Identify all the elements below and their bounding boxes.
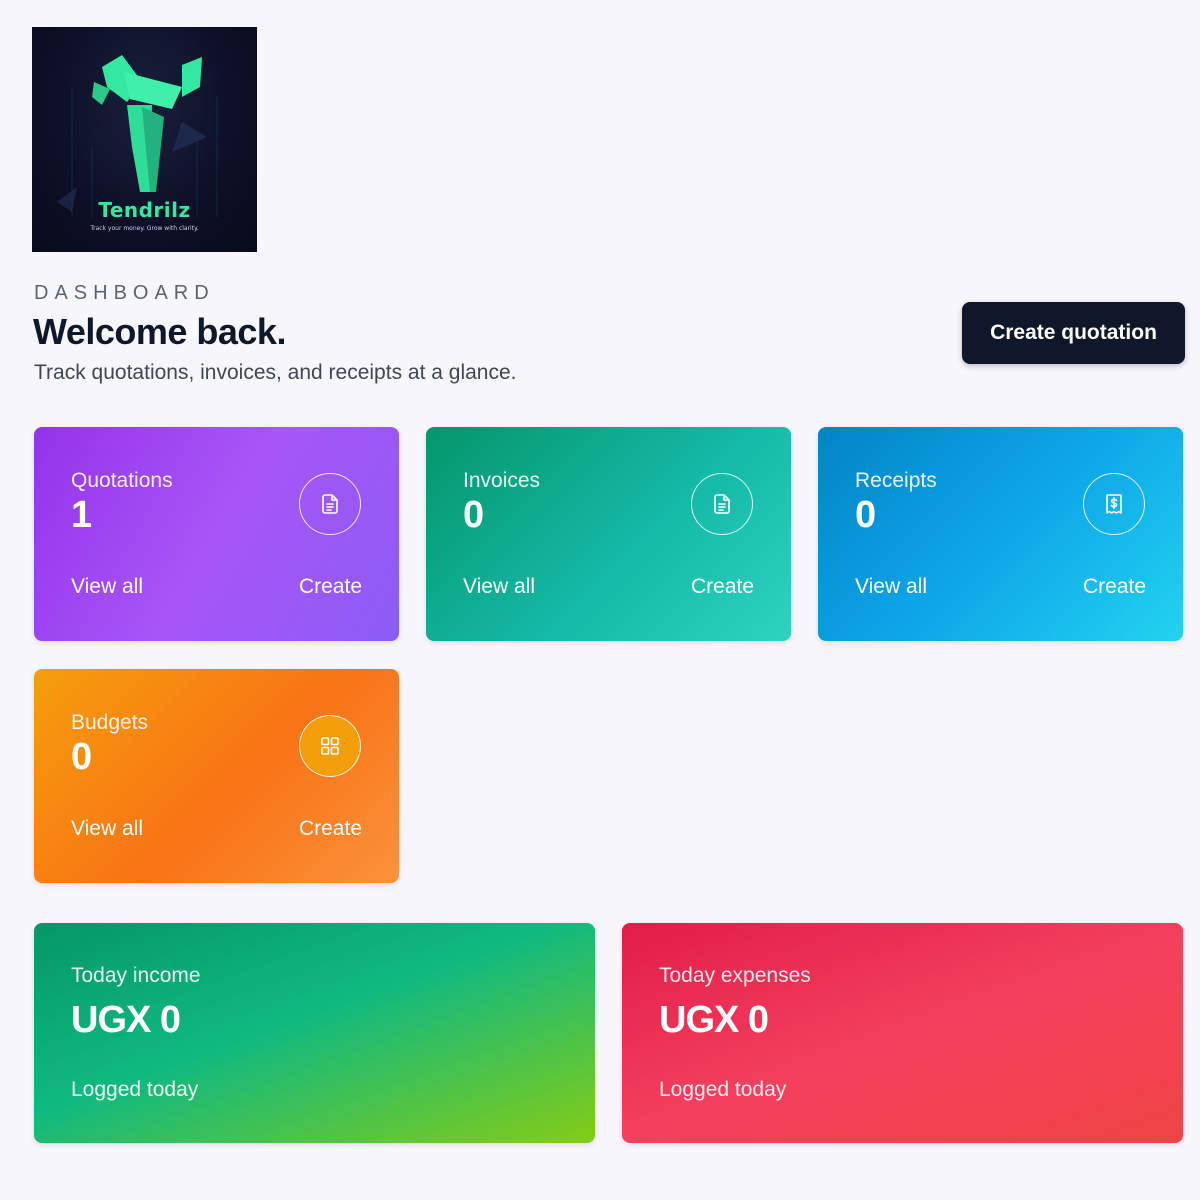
quotations-view-all-link[interactable]: View all <box>71 575 143 599</box>
card-count: 0 <box>71 736 93 778</box>
card-label: Receipts <box>855 469 937 492</box>
document-icon <box>691 473 753 535</box>
card-label: Invoices <box>463 469 541 492</box>
income-amount: UGX 0 <box>71 999 181 1041</box>
card-label: Quotations <box>71 469 173 492</box>
invoices-view-all-link[interactable]: View all <box>463 575 535 599</box>
page-subtitle: Track quotations, invoices, and receipts… <box>34 361 517 384</box>
brand-logo: Tendrilz Track your money. Grow with cla… <box>32 27 257 252</box>
expenses-note: Logged today <box>659 1078 787 1101</box>
receipt-dollar-icon <box>1083 473 1145 535</box>
receipts-create-link[interactable]: Create <box>1083 575 1146 599</box>
income-label: Today income <box>71 964 201 987</box>
quotations-create-link[interactable]: Create <box>299 575 362 599</box>
budgets-card: Budgets 0 View all Create <box>34 669 399 883</box>
brand-name: Tendrilz <box>98 198 191 222</box>
budgets-view-all-link[interactable]: View all <box>71 817 143 841</box>
card-count: 0 <box>855 494 877 536</box>
expenses-amount: UGX 0 <box>659 999 769 1041</box>
grid-icon <box>299 715 361 777</box>
page-eyebrow: DASHBOARD <box>34 282 215 304</box>
quotations-card: Quotations 1 View all Create <box>34 427 399 641</box>
expenses-label: Today expenses <box>659 964 811 987</box>
page-title: Welcome back. <box>33 311 286 352</box>
brand-tagline: Track your money. Grow with clarity. <box>90 225 199 232</box>
create-quotation-button[interactable]: Create quotation <box>962 302 1185 364</box>
invoices-create-link[interactable]: Create <box>691 575 754 599</box>
budgets-create-link[interactable]: Create <box>299 817 362 841</box>
income-note: Logged today <box>71 1078 199 1101</box>
today-income-card: Today income UGX 0 Logged today <box>34 923 595 1143</box>
card-count: 0 <box>463 494 485 536</box>
card-label: Budgets <box>71 711 149 734</box>
receipts-view-all-link[interactable]: View all <box>855 575 927 599</box>
receipts-card: Receipts 0 View all Create <box>818 427 1183 641</box>
card-count: 1 <box>71 494 93 536</box>
invoices-card: Invoices 0 View all Create <box>426 427 791 641</box>
today-expenses-card: Today expenses UGX 0 Logged today <box>622 923 1183 1143</box>
document-icon <box>299 473 361 535</box>
